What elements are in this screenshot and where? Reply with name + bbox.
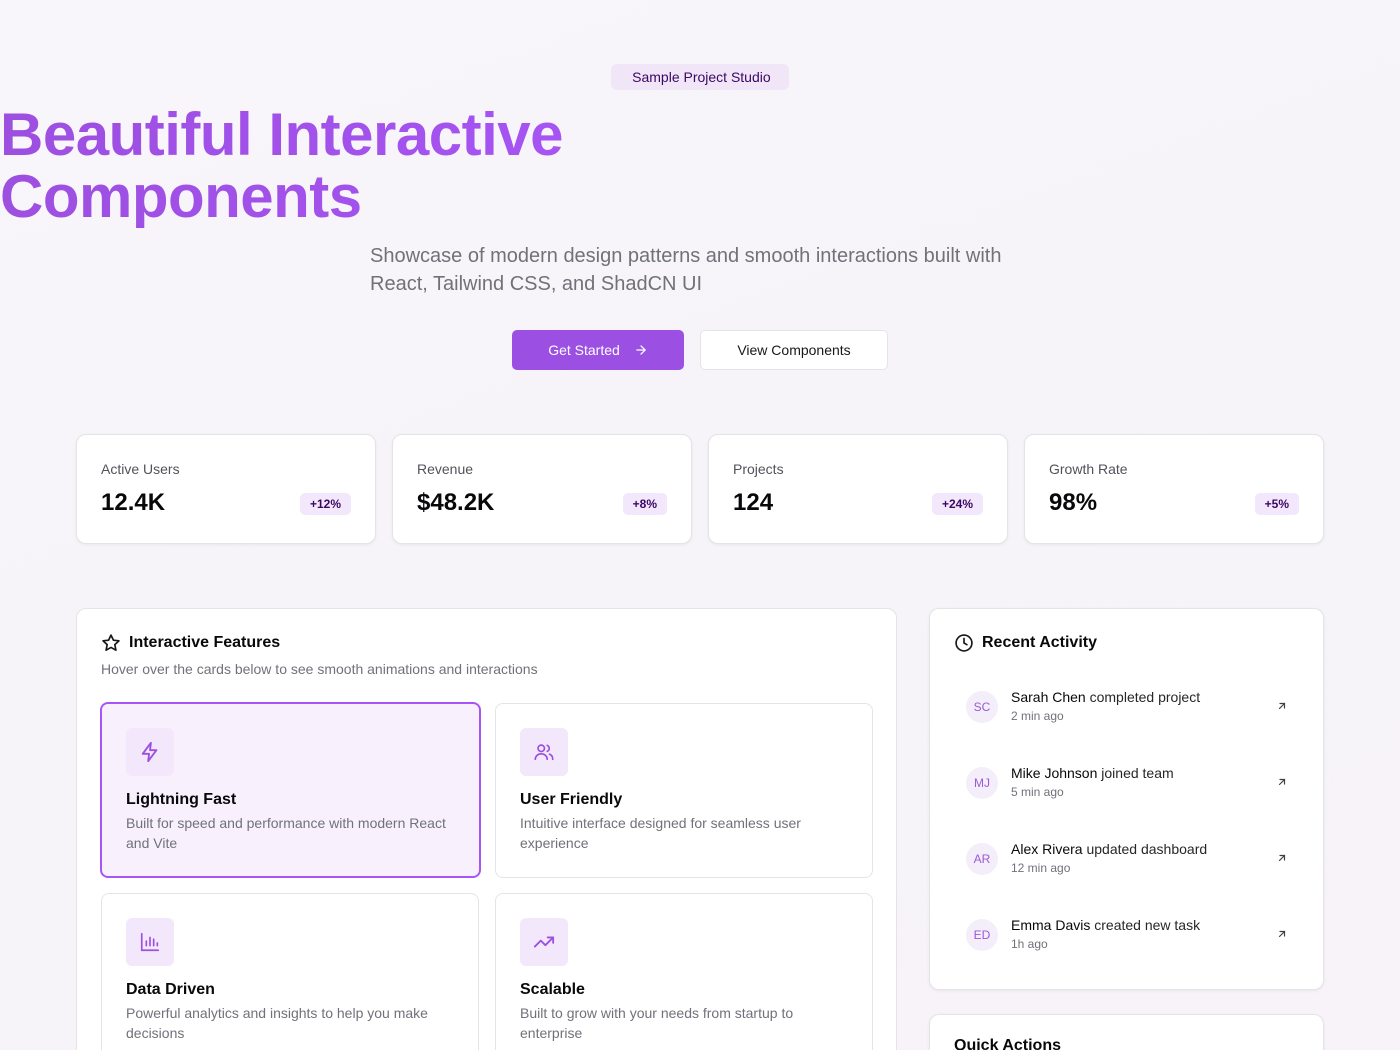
features-panel: Interactive Features Hover over the card… (76, 608, 897, 1050)
feature-card-lightning-fast[interactable]: Lightning Fast Built for speed and perfo… (100, 702, 481, 878)
activity-item[interactable]: SC Sarah Chen completed project 2 min ag… (966, 689, 1296, 729)
stat-label: Revenue (417, 461, 474, 477)
arrow-up-right-icon[interactable] (1276, 851, 1288, 869)
stat-delta-badge: +24% (931, 493, 983, 515)
stat-value: 12.4K (101, 489, 166, 516)
avatar: MJ (966, 767, 998, 799)
users-icon (520, 728, 568, 776)
stat-label: Growth Rate (1049, 461, 1128, 477)
stat-label: Projects (733, 461, 784, 477)
activity-time: 12 min ago (1011, 861, 1071, 875)
get-started-label: Get Started (548, 342, 620, 358)
activity-text: Emma Davis created new task (1011, 917, 1200, 933)
activity-title: Recent Activity (982, 634, 1097, 651)
quick-actions-panel: Quick Actions (929, 1014, 1324, 1050)
activity-action: completed project (1085, 689, 1201, 705)
stat-card-growth-rate: Growth Rate 98% +5% (1024, 434, 1324, 544)
trending-up-icon (520, 918, 568, 966)
feature-description: Built to grow with your needs from start… (520, 1005, 794, 1041)
activity-user: Mike Johnson (1011, 765, 1098, 781)
feature-name: Lightning Fast (126, 791, 237, 808)
arrow-right-icon (634, 343, 648, 357)
activity-user: Alex Rivera (1011, 841, 1083, 857)
stat-card-active-users: Active Users 12.4K +12% (76, 434, 376, 544)
activity-text: Alex Rivera updated dashboard (1011, 841, 1207, 857)
feature-card-user-friendly[interactable]: User Friendly Intuitive interface design… (495, 703, 873, 878)
avatar: ED (966, 919, 998, 951)
stat-value: $48.2K (417, 489, 495, 516)
bar-chart-icon (126, 918, 174, 966)
stat-card-revenue: Revenue $48.2K +8% (392, 434, 692, 544)
activity-user: Emma Davis (1011, 917, 1091, 933)
stat-delta-badge: +12% (299, 493, 351, 515)
activity-action: joined team (1097, 765, 1174, 781)
get-started-button[interactable]: Get Started (512, 330, 684, 370)
activity-time: 5 min ago (1011, 785, 1064, 799)
arrow-up-right-icon[interactable] (1276, 775, 1288, 793)
activity-time: 1h ago (1011, 937, 1048, 951)
activity-action: created new task (1090, 917, 1201, 933)
title-line-2: Components (0, 163, 362, 230)
activity-item[interactable]: MJ Mike Johnson joined team 5 min ago (966, 765, 1296, 805)
activity-item[interactable]: ED Emma Davis created new task 1h ago (966, 917, 1296, 957)
stat-delta-badge: +8% (622, 493, 667, 515)
avatar: AR (966, 843, 998, 875)
stat-delta-badge: +5% (1254, 493, 1299, 515)
features-description: Hover over the cards below to see smooth… (101, 661, 538, 677)
recent-activity-panel: Recent Activity SC Sarah Chen completed … (929, 608, 1324, 990)
page-title: Beautiful Interactive Components (0, 104, 1400, 228)
feature-name: Data Driven (126, 981, 215, 998)
lightning-icon (126, 728, 174, 776)
feature-description: Intuitive interface designed for seamles… (520, 815, 801, 851)
feature-description: Built for speed and performance with mod… (126, 815, 446, 851)
quick-actions-title: Quick Actions (954, 1037, 1061, 1050)
hero-subtitle: Showcase of modern design patterns and s… (370, 245, 1002, 295)
activity-item[interactable]: AR Alex Rivera updated dashboard 12 min … (966, 841, 1296, 881)
feature-card-scalable[interactable]: Scalable Built to grow with your needs f… (495, 893, 873, 1050)
activity-header: Recent Activity (954, 633, 1097, 653)
star-icon (101, 633, 121, 653)
activity-text: Sarah Chen completed project (1011, 689, 1200, 705)
feature-name: User Friendly (520, 791, 623, 808)
activity-time: 2 min ago (1011, 709, 1064, 723)
avatar: SC (966, 691, 998, 723)
stat-card-projects: Projects 124 +24% (708, 434, 1008, 544)
activity-user: Sarah Chen (1011, 689, 1086, 705)
hero-badge: Sample Project Studio (611, 64, 789, 90)
stat-label: Active Users (101, 461, 180, 477)
arrow-up-right-icon[interactable] (1276, 927, 1288, 945)
stat-value: 124 (733, 489, 774, 516)
arrow-up-right-icon[interactable] (1276, 699, 1288, 717)
feature-name: Scalable (520, 981, 585, 998)
feature-card-data-driven[interactable]: Data Driven Powerful analytics and insig… (101, 893, 479, 1050)
clock-icon (954, 633, 974, 653)
features-header: Interactive Features (101, 633, 280, 653)
activity-text: Mike Johnson joined team (1011, 765, 1174, 781)
feature-description: Powerful analytics and insights to help … (126, 1005, 428, 1041)
view-components-button[interactable]: View Components (700, 330, 888, 370)
activity-action: updated dashboard (1082, 841, 1208, 857)
features-title: Interactive Features (129, 634, 281, 651)
title-line-1: Beautiful Interactive (0, 101, 563, 168)
stat-value: 98% (1049, 489, 1098, 516)
